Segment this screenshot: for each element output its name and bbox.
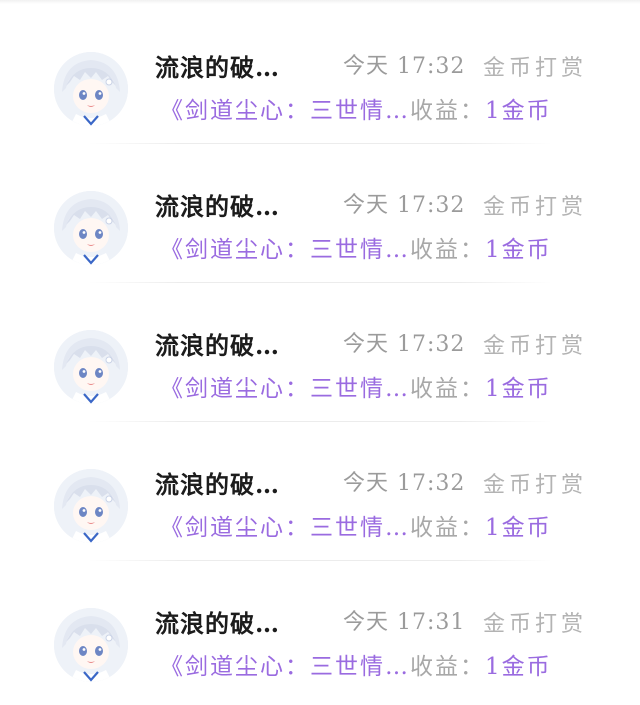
anime-avatar-icon xyxy=(54,469,128,543)
book-title-link[interactable]: 《剑道尘心：三世情… xyxy=(160,98,410,124)
earnings-value: 1金币 xyxy=(485,654,552,680)
sender-name: 流浪的破… xyxy=(155,331,280,360)
message-detail: 《剑道尘心：三世情…收益：1金币 xyxy=(160,91,552,125)
sender-name: 流浪的破… xyxy=(155,53,280,82)
message-row[interactable]: 流浪的破… 今天 17:32 金币打赏 《剑道尘心：三世情…收益：1金币 xyxy=(0,0,640,144)
message-time: 今天 17:32 xyxy=(343,332,466,357)
message-detail: 《剑道尘心：三世情…收益：1金币 xyxy=(160,369,552,403)
sender-name: 流浪的破… xyxy=(155,470,280,499)
anime-avatar-icon xyxy=(54,330,128,404)
book-title-link[interactable]: 《剑道尘心：三世情… xyxy=(160,237,410,263)
earnings-value: 1金币 xyxy=(485,98,552,124)
message-row[interactable]: 流浪的破… 今天 17:31 金币打赏 《剑道尘心：三世情…收益：1金币 xyxy=(0,556,640,695)
avatar[interactable] xyxy=(54,330,128,404)
avatar[interactable] xyxy=(54,191,128,265)
message-detail: 《剑道尘心：三世情…收益：1金币 xyxy=(160,647,552,681)
tip-type-label: 金币打赏 xyxy=(483,195,588,220)
book-title-link[interactable]: 《剑道尘心：三世情… xyxy=(160,654,410,680)
message-detail: 《剑道尘心：三世情…收益：1金币 xyxy=(160,508,552,542)
sender-name: 流浪的破… xyxy=(155,609,280,638)
earnings-label: 收益： xyxy=(410,654,485,680)
anime-avatar-icon xyxy=(54,191,128,265)
message-time: 今天 17:32 xyxy=(343,54,466,79)
tip-type-label: 金币打赏 xyxy=(483,56,588,81)
book-title-link[interactable]: 《剑道尘心：三世情… xyxy=(160,376,410,402)
tip-type-label: 金币打赏 xyxy=(483,473,588,498)
avatar[interactable] xyxy=(54,469,128,543)
message-row[interactable]: 流浪的破… 今天 17:32 金币打赏 《剑道尘心：三世情…收益：1金币 xyxy=(0,139,640,283)
sender-name: 流浪的破… xyxy=(155,192,280,221)
earnings-label: 收益： xyxy=(410,515,485,541)
earnings-label: 收益： xyxy=(410,237,485,263)
tip-type-label: 金币打赏 xyxy=(483,612,588,637)
earnings-value: 1金币 xyxy=(485,515,552,541)
avatar[interactable] xyxy=(54,608,128,682)
message-time: 今天 17:31 xyxy=(343,610,466,635)
earnings-label: 收益： xyxy=(410,376,485,402)
avatar[interactable] xyxy=(54,52,128,126)
earnings-value: 1金币 xyxy=(485,376,552,402)
tip-type-label: 金币打赏 xyxy=(483,334,588,359)
message-time: 今天 17:32 xyxy=(343,193,466,218)
earnings-value: 1金币 xyxy=(485,237,552,263)
anime-avatar-icon xyxy=(54,52,128,126)
message-row[interactable]: 流浪的破… 今天 17:32 金币打赏 《剑道尘心：三世情…收益：1金币 xyxy=(0,278,640,422)
message-detail: 《剑道尘心：三世情…收益：1金币 xyxy=(160,230,552,264)
book-title-link[interactable]: 《剑道尘心：三世情… xyxy=(160,515,410,541)
earnings-label: 收益： xyxy=(410,98,485,124)
anime-avatar-icon xyxy=(54,608,128,682)
message-row[interactable]: 流浪的破… 今天 17:32 金币打赏 《剑道尘心：三世情…收益：1金币 xyxy=(0,417,640,561)
tip-message-list: 流浪的破… 今天 17:32 金币打赏 《剑道尘心：三世情…收益：1金币 流浪的… xyxy=(0,0,640,705)
message-time: 今天 17:32 xyxy=(343,471,466,496)
